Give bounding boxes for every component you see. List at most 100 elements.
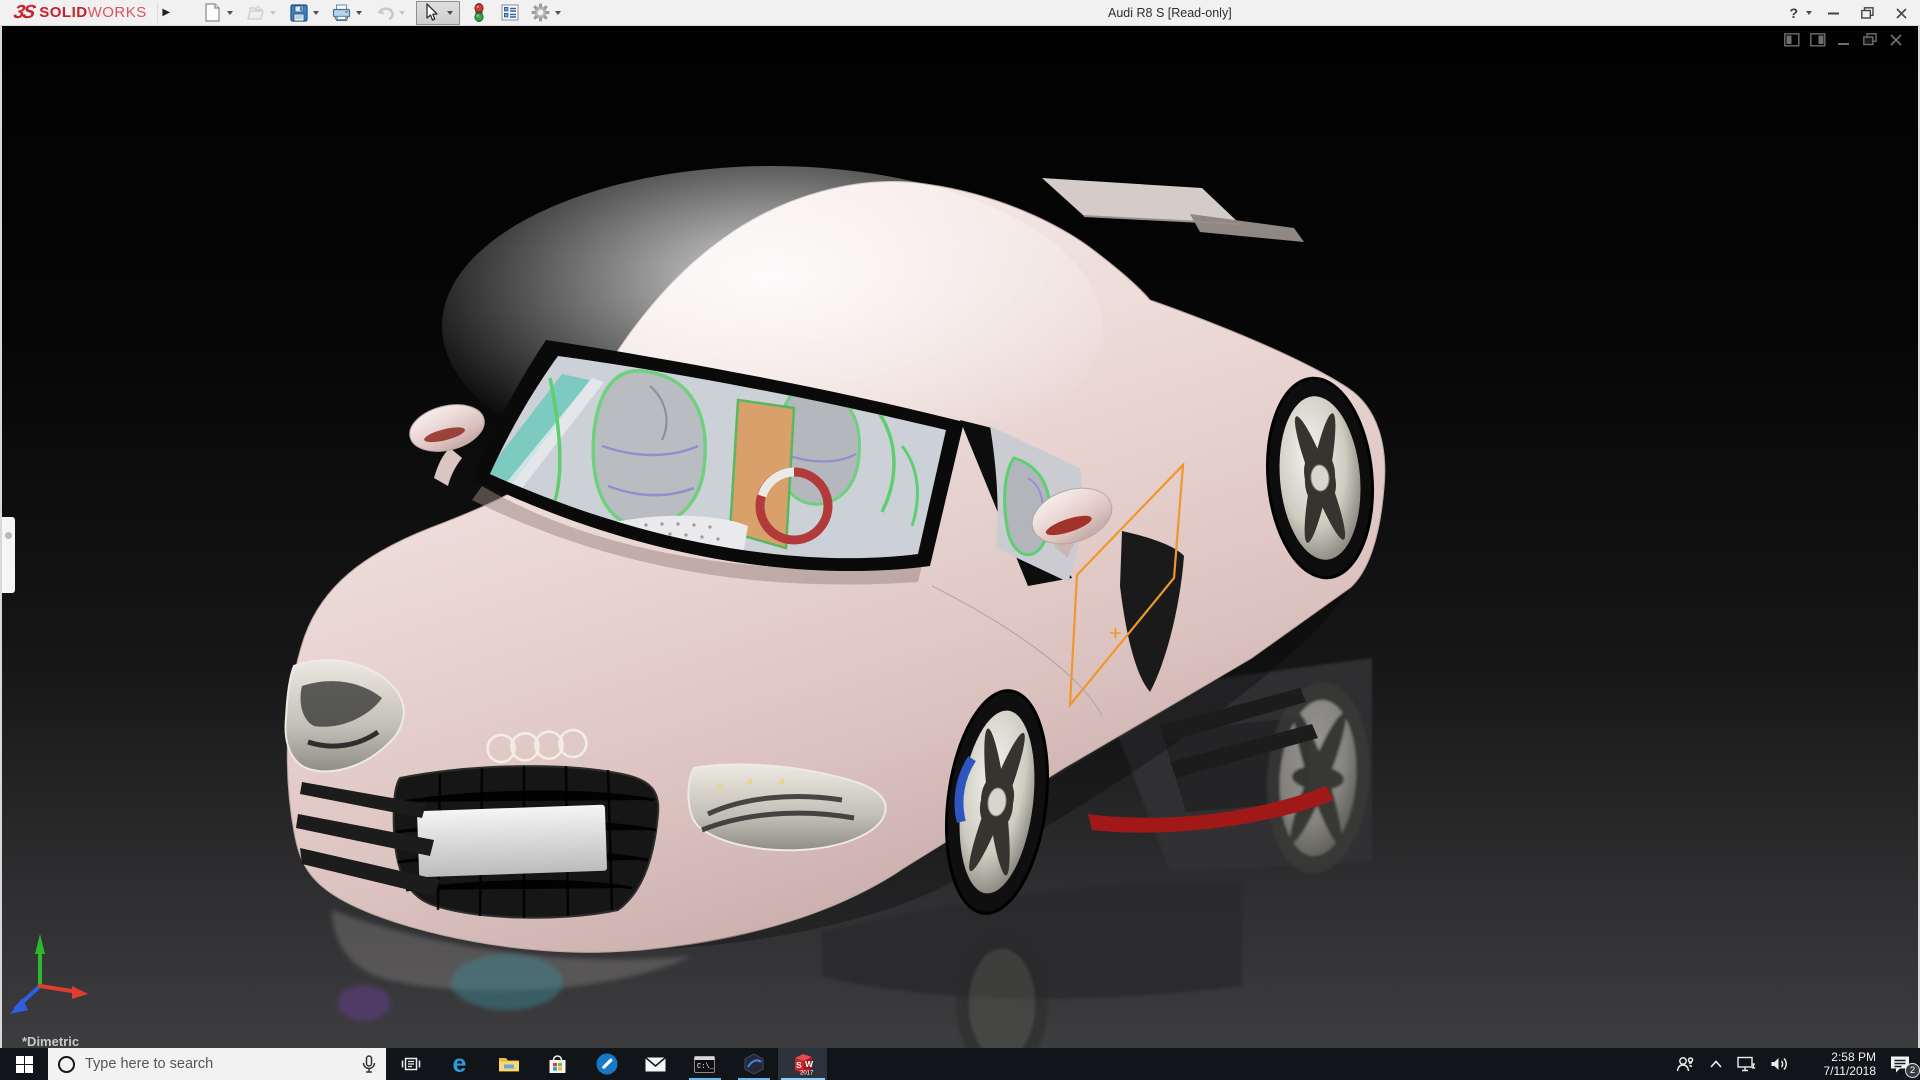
- taskbar-app-store[interactable]: [533, 1048, 582, 1080]
- svg-text:C:\_: C:\_: [697, 1063, 715, 1071]
- svg-text:2017: 2017: [800, 1071, 814, 1077]
- notification-badge: 2: [1905, 1063, 1920, 1078]
- featuremanager-pane-icon[interactable]: [1783, 32, 1800, 47]
- windows-taskbar: e: [0, 1048, 1920, 1080]
- featuremanager-collapsed-tab[interactable]: [2, 517, 15, 593]
- doc-minimize-button[interactable]: [1835, 32, 1852, 47]
- taskbar-app-file-explorer[interactable]: [484, 1048, 533, 1080]
- taskbar-app-command-prompt[interactable]: C:\_: [680, 1048, 729, 1080]
- select-tool-button[interactable]: [419, 1, 443, 25]
- clock-date: 7/11/2018: [1823, 1064, 1877, 1078]
- menu-flyout-arrow[interactable]: ▶: [156, 1, 175, 24]
- print-button[interactable]: [330, 1, 354, 25]
- window-controls: ?: [1789, 0, 1914, 26]
- chevron-up-icon: [1710, 1060, 1722, 1068]
- solidworks-app-icon: S W 2017: [794, 1054, 814, 1077]
- reference-triad: [10, 934, 88, 1014]
- window-title: Audi R8 S [Read-only]: [1108, 6, 1232, 20]
- open-folder-icon: [246, 4, 264, 20]
- solidworks-logo: 3S SOLID WORKS: [0, 0, 157, 26]
- print-dropdown[interactable]: [355, 10, 362, 15]
- restore-button[interactable]: [1854, 2, 1880, 24]
- minimize-button[interactable]: [1820, 2, 1846, 24]
- new-document-icon: [205, 3, 220, 22]
- svg-text:S: S: [796, 1060, 802, 1070]
- windows-logo-icon: [15, 1055, 33, 1073]
- help-dropdown[interactable]: [1806, 11, 1812, 15]
- task-view-icon: [401, 1057, 420, 1071]
- quick-access-toolbar: [201, 0, 572, 26]
- doc-close-button[interactable]: [1887, 32, 1904, 47]
- options-gear-icon: [531, 3, 550, 22]
- doc-restore-button[interactable]: [1861, 32, 1878, 47]
- minimize-icon: [1827, 12, 1839, 14]
- mail-icon: [645, 1056, 666, 1071]
- new-document-dropdown[interactable]: [226, 10, 233, 15]
- undo-arrow-icon: [377, 6, 394, 20]
- taskbar-app-mail[interactable]: [631, 1048, 680, 1080]
- cortana-icon: [58, 1055, 75, 1073]
- rebuild-button[interactable]: [467, 1, 491, 25]
- edge-icon: e: [452, 1049, 467, 1078]
- undo-dropdown[interactable]: [398, 10, 405, 15]
- brand-works-text: WORKS: [87, 4, 147, 21]
- document-window-controls: [1783, 32, 1904, 47]
- graphics-area[interactable]: *Dimetric: [0, 26, 1920, 1049]
- save-button[interactable]: [287, 1, 311, 25]
- titlebar: 3S SOLID WORKS ▶ Audi R8 S [Read-only] ?: [0, 0, 1920, 26]
- taskbar-clock[interactable]: 2:58 PM 7/11/2018: [1796, 1048, 1880, 1080]
- taskbar-app-solidworks[interactable]: S W 2017: [778, 1048, 827, 1080]
- start-button[interactable]: [0, 1048, 48, 1080]
- 3ds-logo-icon: 3S: [11, 1, 36, 23]
- system-tray: 2:58 PM 7/11/2018 2: [1668, 1048, 1920, 1080]
- options-button[interactable]: [529, 1, 553, 25]
- display-pane-icon[interactable]: [1809, 32, 1826, 47]
- task-view-button[interactable]: [386, 1048, 435, 1080]
- close-icon: [1895, 7, 1907, 19]
- restore-icon: [1860, 7, 1874, 19]
- taskbar-app-edge[interactable]: e: [435, 1048, 484, 1080]
- taskbar-app-edrawings[interactable]: [729, 1048, 778, 1080]
- command-prompt-icon: C:\_: [694, 1055, 715, 1073]
- store-icon: [549, 1055, 566, 1073]
- car-model-render[interactable]: [2, 26, 1918, 1048]
- people-icon: [1676, 1057, 1694, 1072]
- action-center-button[interactable]: 2: [1880, 1048, 1920, 1080]
- taskbar-search[interactable]: [48, 1048, 386, 1080]
- file-properties-icon: [501, 4, 519, 21]
- save-floppy-icon: [290, 3, 308, 22]
- file-explorer-icon: [498, 1058, 519, 1072]
- open-button[interactable]: [244, 1, 268, 25]
- brand-solid-text: SOLID: [39, 4, 88, 21]
- file-properties-button[interactable]: [498, 1, 522, 25]
- open-dropdown[interactable]: [269, 10, 276, 15]
- print-icon: [333, 4, 351, 21]
- close-button[interactable]: [1888, 2, 1914, 24]
- solidworks-window: 3S SOLID WORKS ▶ Audi R8 S [Read-only] ?…: [0, 0, 1920, 1080]
- engine-cover: [1042, 178, 1304, 242]
- people-button[interactable]: [1668, 1048, 1702, 1080]
- undo-button[interactable]: [373, 1, 397, 25]
- wrench-utility-icon: [596, 1053, 617, 1075]
- select-tool-group: [415, 0, 460, 25]
- svg-text:W: W: [805, 1059, 814, 1069]
- license-plate: [417, 804, 608, 878]
- new-document-button[interactable]: [201, 1, 225, 25]
- network-button[interactable]: [1730, 1048, 1762, 1080]
- save-dropdown[interactable]: [312, 10, 319, 15]
- view-orientation-label: *Dimetric: [22, 1034, 80, 1049]
- search-input[interactable]: [85, 1056, 352, 1072]
- taskbar-app-utility[interactable]: [582, 1048, 631, 1080]
- select-cursor-icon: [426, 3, 438, 21]
- options-dropdown[interactable]: [554, 10, 561, 15]
- tab-handle-dot: [5, 532, 12, 539]
- edrawings-icon: [743, 1053, 764, 1075]
- network-icon: [1737, 1056, 1756, 1072]
- volume-button[interactable]: [1762, 1048, 1796, 1080]
- hidden-icons-button[interactable]: [1702, 1048, 1730, 1080]
- help-button[interactable]: ?: [1789, 5, 1798, 21]
- clock-time: 2:58 PM: [1831, 1050, 1876, 1064]
- microphone-icon[interactable]: [362, 1054, 376, 1074]
- speaker-icon: [1771, 1057, 1787, 1071]
- select-tool-dropdown[interactable]: [446, 10, 453, 15]
